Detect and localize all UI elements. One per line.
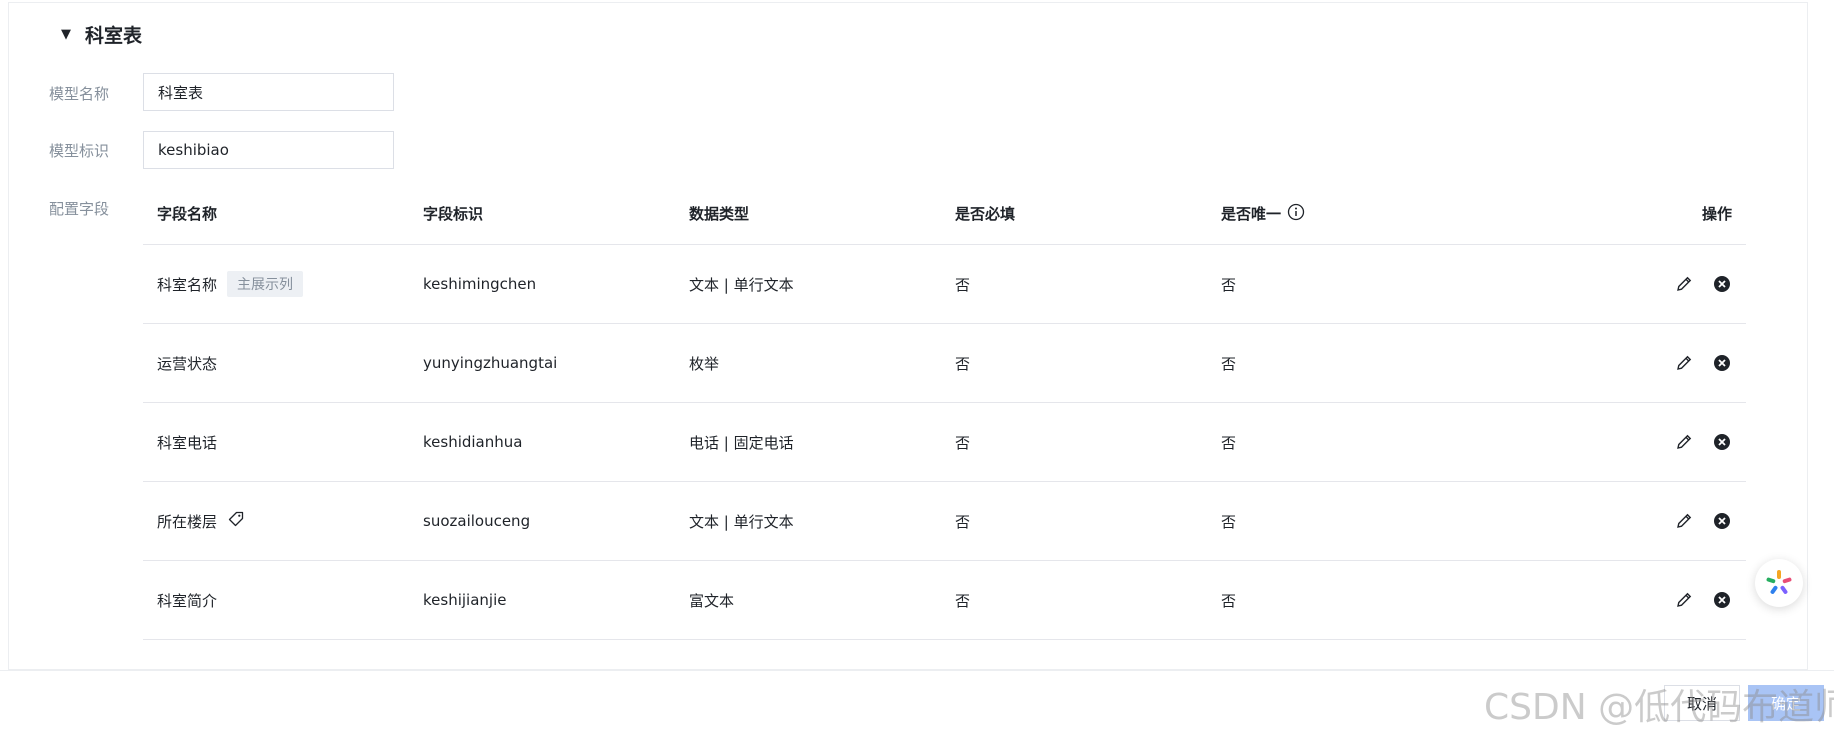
delete-circle-icon[interactable] <box>1712 590 1732 610</box>
delete-circle-icon[interactable] <box>1712 353 1732 373</box>
header-type: 数据类型 <box>689 205 750 223</box>
header-unique-cell: 是否唯一 <box>1207 203 1473 225</box>
field-unique: 否 <box>1221 591 1237 610</box>
edit-pencil-icon[interactable] <box>1674 274 1694 294</box>
field-unique: 否 <box>1221 275 1237 294</box>
dialog-footer: 取消 确定 <box>0 670 1834 733</box>
fields-table: 字段名称 字段标识 数据类型 是否必填 是否唯一 操作 科室名称 主展示列 ke… <box>143 183 1746 669</box>
table-row: 科室简介 keshijianjie 富文本 否 否 <box>143 561 1746 640</box>
field-id: keshimingchen <box>423 275 537 293</box>
model-name-label: 模型名称 <box>49 85 110 103</box>
field-name-cell: 所在楼层 <box>143 510 409 532</box>
field-unique: 否 <box>1221 433 1237 452</box>
field-type: 富文本 <box>689 591 735 610</box>
confirm-button[interactable]: 确定 <box>1748 685 1824 721</box>
field-name: 科室名称 <box>157 275 218 294</box>
field-unique: 否 <box>1221 512 1237 531</box>
row-actions <box>1473 353 1746 373</box>
primary-column-tag: 主展示列 <box>227 271 304 297</box>
model-id-label: 模型标识 <box>49 142 110 160</box>
field-required: 否 <box>955 275 971 294</box>
field-type: 电话 | 固定电话 <box>689 433 794 452</box>
model-editor-panel: ▼ 科室表 模型名称 模型标识 配置字段 字段名称 字段标识 数据类型 是否必填… <box>8 2 1808 670</box>
field-name: 所在楼层 <box>157 512 218 531</box>
info-icon[interactable] <box>1287 203 1305 225</box>
field-id: suozailouceng <box>423 512 531 530</box>
assistant-logo-icon <box>1766 570 1792 594</box>
row-actions <box>1473 511 1746 531</box>
edit-pencil-icon[interactable] <box>1674 353 1694 373</box>
tag-label-icon <box>227 510 245 532</box>
caret-down-icon[interactable]: ▼ <box>61 27 71 42</box>
field-name: 科室简介 <box>157 591 218 610</box>
header-id: 字段标识 <box>423 205 484 223</box>
table-header: 字段名称 字段标识 数据类型 是否必填 是否唯一 操作 <box>143 183 1746 245</box>
field-type: 文本 | 单行文本 <box>689 275 794 294</box>
field-required: 否 <box>955 433 971 452</box>
edit-pencil-icon[interactable] <box>1674 432 1694 452</box>
section-title: 科室表 <box>85 25 143 47</box>
field-name: 运营状态 <box>157 354 218 373</box>
row-actions <box>1473 432 1746 452</box>
field-required: 否 <box>955 354 971 373</box>
field-id: yunyingzhuangtai <box>423 354 558 372</box>
header-unique: 是否唯一 <box>1221 205 1282 223</box>
field-name: 科室电话 <box>157 433 218 452</box>
table-row: 所在楼层 suozailouceng 文本 | 单行文本 否 否 <box>143 482 1746 561</box>
field-id: keshidianhua <box>423 433 523 451</box>
field-name-cell: 科室名称 主展示列 <box>143 271 409 297</box>
header-actions: 操作 <box>1701 205 1732 223</box>
field-unique: 否 <box>1221 354 1237 373</box>
delete-circle-icon[interactable] <box>1712 274 1732 294</box>
field-name-cell: 科室简介 <box>143 590 409 611</box>
edit-pencil-icon[interactable] <box>1674 511 1694 531</box>
header-name: 字段名称 <box>157 205 218 223</box>
table-row: 科室名称 主展示列 keshimingchen 文本 | 单行文本 否 否 <box>143 245 1746 324</box>
assistant-float-button[interactable] <box>1755 559 1803 607</box>
field-name-cell: 运营状态 <box>143 353 409 374</box>
field-required: 否 <box>955 591 971 610</box>
section-header[interactable]: ▼ 科室表 <box>61 21 142 48</box>
delete-circle-icon[interactable] <box>1712 432 1732 452</box>
delete-circle-icon[interactable] <box>1712 511 1732 531</box>
table-row: 序号 xuhao 数字 否 否 <box>143 640 1746 669</box>
field-type: 枚举 <box>689 354 720 373</box>
field-type: 文本 | 单行文本 <box>689 512 794 531</box>
header-required: 是否必填 <box>955 205 1016 223</box>
cancel-button[interactable]: 取消 <box>1664 685 1740 721</box>
model-name-input[interactable] <box>143 73 394 111</box>
row-actions <box>1473 590 1746 610</box>
row-actions <box>1473 274 1746 294</box>
field-name-cell: 科室电话 <box>143 432 409 453</box>
model-id-input[interactable] <box>143 131 394 169</box>
field-id: keshijianjie <box>423 591 507 609</box>
table-row: 科室电话 keshidianhua 电话 | 固定电话 否 否 <box>143 403 1746 482</box>
field-required: 否 <box>955 512 971 531</box>
fields-label: 配置字段 <box>49 200 110 218</box>
edit-pencil-icon[interactable] <box>1674 590 1694 610</box>
table-row: 运营状态 yunyingzhuangtai 枚举 否 否 <box>143 324 1746 403</box>
